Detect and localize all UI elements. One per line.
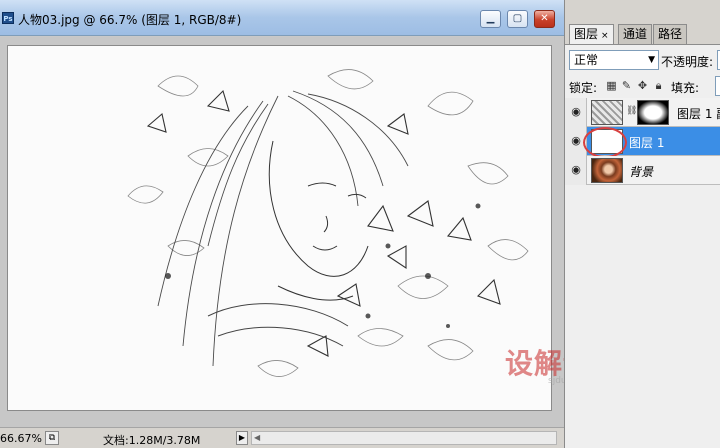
layer-thumbnail [591, 158, 623, 183]
tab-layers[interactable]: 图层 × [569, 24, 614, 45]
navigator-icon[interactable]: ⧉ [45, 431, 59, 445]
blend-mode-select[interactable]: 正常 ▼ [569, 50, 659, 70]
tab-close-icon[interactable]: × [601, 31, 609, 41]
panel-header [565, 0, 720, 22]
layer-name: 图层 1 副 [677, 107, 720, 121]
maximize-icon: ▢ [512, 13, 523, 24]
layer-row-background[interactable]: ◉ 背景 [565, 156, 720, 185]
blend-mode-value: 正常 [574, 53, 599, 67]
eye-icon[interactable]: ◉ [569, 134, 583, 148]
lock-all-icon[interactable]: 🔒︎ [652, 79, 665, 92]
layer-name: 图层 1 [629, 136, 665, 150]
eye-icon[interactable]: ◉ [569, 163, 583, 177]
layer-visibility[interactable]: ◉ [565, 156, 587, 185]
fill-input[interactable] [715, 76, 720, 96]
document-size-info: 文档:1.28M/3.78M [103, 434, 201, 447]
layer-mask-thumbnail[interactable] [637, 100, 669, 125]
highlight-circle [583, 127, 627, 158]
canvas-area[interactable]: 设解读 sjdu.com [0, 37, 591, 427]
lock-transparency-icon[interactable]: ▦ [605, 79, 618, 92]
lock-label: 锁定: [569, 81, 598, 95]
lock-move-icon[interactable]: ✥ [636, 79, 649, 92]
maximize-button[interactable]: ▢ [507, 10, 528, 28]
horizontal-scrollbar[interactable]: ◀ [251, 431, 557, 445]
lock-brush-icon[interactable]: ✎ [620, 79, 633, 92]
close-icon: ✕ [540, 13, 549, 24]
fill-label: 填充: [671, 81, 700, 95]
tab-paths-label: 路径 [658, 27, 683, 41]
image-canvas[interactable] [7, 45, 552, 411]
zoom-level[interactable]: 66.67% [0, 432, 42, 445]
mask-link-icon[interactable]: ⛓ [626, 106, 637, 116]
tab-layers-label: 图层 [574, 27, 599, 41]
layer-thumbnail [591, 100, 623, 125]
minimize-button[interactable]: ▁ [480, 10, 501, 28]
layer-visibility[interactable]: ◉ [565, 98, 587, 127]
layers-panel-body: 正常 ▼ 不透明度: 锁定: ▦ ✎ ✥ 🔒︎ 填充: ◉ ⛓ 图层 1 副 ◉ [565, 44, 720, 448]
scroll-left-icon[interactable]: ◀ [254, 432, 260, 444]
layers-panel: 图层 × 通道 路径 正常 ▼ 不透明度: 锁定: ▦ ✎ ✥ 🔒︎ 填充: ◉ … [564, 0, 720, 448]
tab-channels[interactable]: 通道 [618, 24, 653, 44]
opacity-label: 不透明度: [661, 55, 714, 69]
eye-icon[interactable]: ◉ [569, 105, 583, 119]
status-menu-arrow-icon[interactable]: ▶ [236, 431, 248, 445]
status-bar: 66.67% ⧉ 文档:1.28M/3.78M ▶ ◀ [0, 427, 564, 448]
photoshop-app-icon: Ps [2, 12, 14, 24]
close-button[interactable]: ✕ [534, 10, 555, 28]
layer-row-layer1[interactable]: ◉ 图层 1 [565, 127, 720, 158]
layer-row-copy[interactable]: ◉ ⛓ 图层 1 副 [565, 98, 720, 127]
layer-name: 背景 [629, 165, 654, 179]
tab-paths[interactable]: 路径 [653, 24, 688, 44]
document-title: 人物03.jpg @ 66.7% (图层 1, RGB/8#) [18, 13, 242, 27]
minimize-icon: ▁ [486, 13, 495, 24]
tab-channels-label: 通道 [623, 27, 648, 41]
chevron-down-icon: ▼ [648, 55, 655, 65]
document-titlebar[interactable]: Ps 人物03.jpg @ 66.7% (图层 1, RGB/8#) ▁ ▢ ✕ [0, 0, 564, 36]
pencil-sketch-portrait [8, 46, 551, 410]
document-window: Ps 人物03.jpg @ 66.7% (图层 1, RGB/8#) ▁ ▢ ✕ [0, 0, 591, 448]
